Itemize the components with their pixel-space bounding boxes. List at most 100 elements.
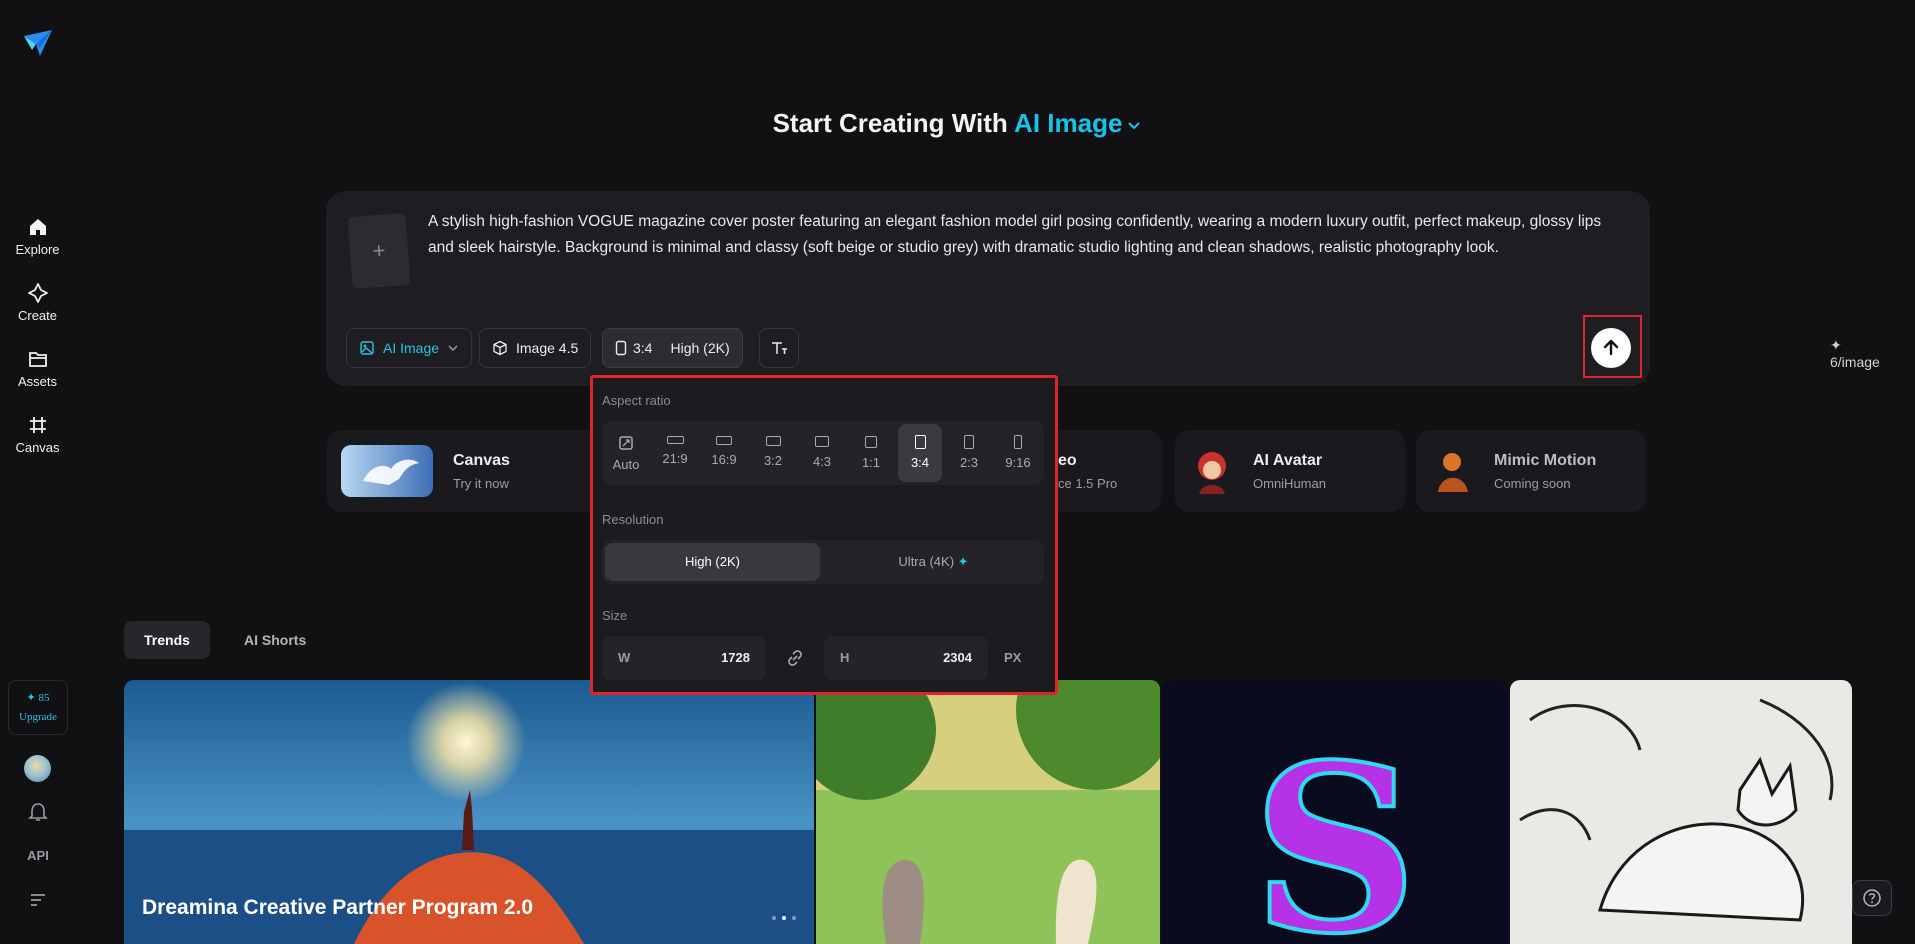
model-selector[interactable]: Image 4.5 (479, 328, 592, 368)
ratio-option-auto[interactable]: Auto (604, 424, 648, 482)
arrow-up-icon (1603, 339, 1619, 356)
ratio-option-9-16[interactable]: 9:16 (996, 424, 1040, 482)
resolution-option-ultra-4k[interactable]: Ultra (4K) ✦ (826, 543, 1041, 581)
feature-card-mimic-motion[interactable]: Mimic Motion Coming soon (1416, 430, 1646, 512)
height-key: H (840, 650, 850, 665)
ratio-option-2-3[interactable]: 2:3 (947, 424, 991, 482)
plus-icon: + (371, 237, 387, 264)
ratio-shape (716, 436, 732, 445)
ratio-option-3-4[interactable]: 3:4 (898, 424, 942, 482)
canvas-icon (29, 417, 46, 433)
nav-assets-label: Assets (17, 374, 57, 389)
tab-trends[interactable]: Trends (124, 621, 210, 659)
image-icon (360, 341, 374, 355)
upgrade-link[interactable]: Upgrade (9, 708, 67, 727)
home-icon (29, 219, 46, 235)
text-format-icon (772, 342, 787, 354)
nav-explore[interactable]: Explore (0, 216, 75, 257)
resolution-option-label: Ultra (4K) (898, 554, 955, 569)
sparkle-icon (27, 283, 48, 303)
svg-text:S: S (1252, 715, 1418, 944)
mode-dropdown[interactable]: AI Image (346, 328, 473, 368)
credits-upgrade-box[interactable]: ✦ 85 Upgrade (8, 680, 68, 735)
resolution-option-high-2k[interactable]: High (2K) (605, 543, 820, 581)
banner-card[interactable]: Dreamina Creative Partner Program 2.0 (124, 680, 814, 944)
dreamina-logo[interactable] (22, 28, 54, 58)
resolution-label: Resolution (602, 512, 664, 527)
ratio-option-4-3[interactable]: 4:3 (800, 424, 844, 482)
ratio-shape (765, 436, 781, 446)
nav-create[interactable]: Create (0, 282, 75, 323)
width-key: W (618, 650, 631, 665)
feature-subtitle: Coming soon (1494, 476, 1571, 491)
width-value: 1728 (721, 650, 750, 665)
feature-card-ai-avatar[interactable]: AI Avatar OmniHuman (1175, 430, 1405, 512)
ratio-option-label: 9:16 (1005, 455, 1031, 470)
cube-icon (493, 340, 507, 356)
page-dot-active[interactable] (782, 916, 786, 920)
ratio-shape (865, 436, 877, 448)
ratio-option-21-9[interactable]: 21:9 (653, 424, 697, 482)
text-style-button[interactable] (759, 328, 799, 368)
gallery-item-bunnies[interactable] (816, 680, 1160, 944)
feature-title: AI Avatar (1253, 452, 1323, 469)
help-button[interactable] (1852, 880, 1892, 916)
canvas-thumbnail (341, 445, 433, 497)
ratio-option-label: Auto (612, 457, 640, 472)
aspect-ratio-options: Auto 21:9 16:9 3:2 4:3 1:1 3:4 2:3 9:16 (602, 421, 1044, 485)
app-root: Explore Create Assets Canvas ✦ 85 Upgrad… (0, 0, 1915, 944)
banner-pagination[interactable] (772, 916, 796, 920)
ratio-option-1-1[interactable]: 1:1 (849, 424, 893, 482)
mode-switcher[interactable]: AI Image (1014, 108, 1142, 138)
ratio-option-label: 3:4 (910, 455, 930, 470)
link-icon[interactable] (784, 647, 806, 669)
tab-ai-shorts[interactable]: AI Shorts (224, 621, 326, 659)
mode-label: AI Image (383, 340, 440, 356)
page-dot[interactable] (792, 916, 796, 920)
ratio-option-label: 21:9 (662, 451, 688, 466)
gallery-item-fox-sketch[interactable] (1510, 680, 1852, 944)
banner-title: Dreamina Creative Partner Program 2.0 (142, 896, 534, 919)
chevron-down-icon (448, 345, 458, 352)
nav-canvas[interactable]: Canvas (0, 414, 75, 455)
prompt-input[interactable]: A stylish high-fashion VOGUE magazine co… (428, 209, 1628, 261)
title-prefix: Start Creating With (772, 108, 1008, 138)
height-input[interactable]: H 2304 (824, 636, 988, 680)
page-dot[interactable] (772, 916, 776, 920)
ratio-option-3-2[interactable]: 3:2 (751, 424, 795, 482)
api-link[interactable]: API (25, 848, 51, 863)
ratio-option-label: 3:2 (763, 453, 783, 468)
ratio-shape (666, 436, 684, 444)
ratio-shape (815, 436, 829, 447)
feature-title: eo (1058, 452, 1077, 469)
menu-icon[interactable] (25, 890, 51, 910)
reference-upload-button[interactable]: + (347, 213, 411, 289)
cost-per-image: ✦ 6/image (1830, 337, 1880, 370)
model-label: Image 4.5 (516, 340, 579, 356)
aspect-ratio-popup: Aspect ratio Auto 21:9 16:9 3:2 4:3 1:1 … (590, 375, 1058, 695)
feature-title: Mimic Motion (1494, 452, 1597, 469)
avatar[interactable] (24, 755, 51, 782)
ratio-shape (964, 435, 974, 449)
height-value: 2304 (943, 650, 972, 665)
nav-assets[interactable]: Assets (0, 348, 75, 389)
send-button[interactable] (1591, 328, 1631, 368)
nav-create-label: Create (17, 308, 58, 323)
resolution-options: High (2K) Ultra (4K) ✦ (602, 540, 1044, 584)
ratio-quality-selector[interactable]: 3:4 High (2K) (602, 328, 743, 368)
ratio-option-label: 16:9 (711, 452, 737, 467)
help-icon (1863, 889, 1881, 907)
folder-icon (28, 352, 47, 367)
ratio-indicator: 3:4 (615, 340, 652, 356)
mode-switcher-label: AI Image (1014, 108, 1123, 138)
quality-label: High (2K) (670, 340, 730, 356)
width-input[interactable]: W 1728 (602, 636, 766, 680)
ratio-option-label: 2:3 (959, 455, 979, 470)
gallery-item-letter-s[interactable]: S (1162, 680, 1508, 944)
portrait-ratio-icon (615, 340, 627, 356)
ratio-option-label: 1:1 (861, 455, 881, 470)
nav-explore-label: Explore (15, 242, 60, 257)
bell-icon[interactable] (25, 801, 51, 823)
ratio-option-label: 4:3 (812, 454, 832, 469)
ratio-option-16-9[interactable]: 16:9 (702, 424, 746, 482)
